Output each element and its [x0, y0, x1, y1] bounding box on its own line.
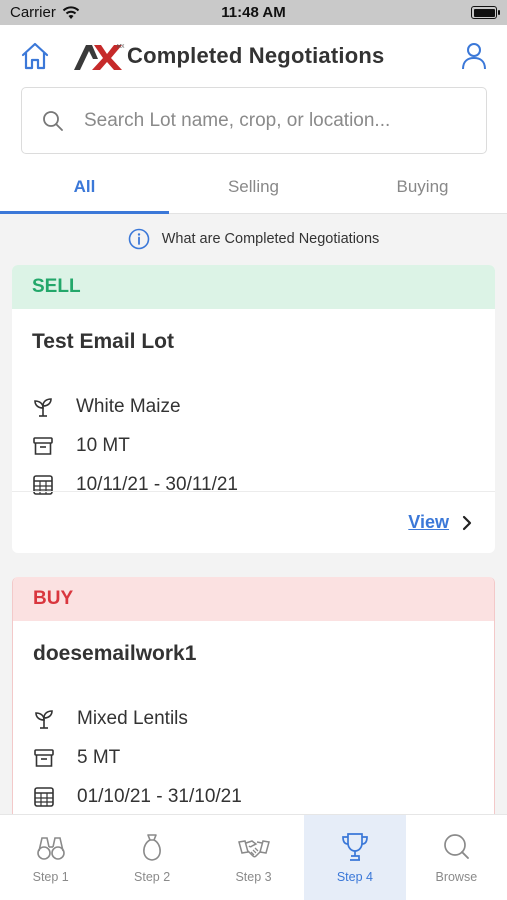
nav-step-2[interactable]: Step 2: [101, 815, 202, 900]
view-link[interactable]: View: [408, 512, 449, 533]
money-bag-icon: [143, 833, 162, 861]
quantity-value: 10 MT: [76, 434, 130, 456]
archive-icon: [33, 436, 53, 455]
crop-name: Mixed Lentils: [77, 707, 188, 729]
brand-logo: MX: [74, 44, 125, 70]
home-icon: [21, 42, 49, 70]
lot-name: Test Email Lot: [32, 330, 174, 353]
nav-label: Step 3: [235, 869, 272, 884]
sprout-icon: [35, 709, 53, 729]
quantity-row: 10 MT: [12, 426, 495, 465]
crop-row: White Maize: [12, 387, 495, 426]
nav-browse[interactable]: Browse: [406, 815, 507, 900]
search-section: [0, 87, 507, 160]
filter-tabs: All Selling Buying: [0, 160, 507, 214]
info-link[interactable]: What are Completed Negotiations: [0, 228, 507, 250]
info-text: What are Completed Negotiations: [161, 231, 380, 247]
archive-icon: [34, 748, 54, 767]
nav-label: Browse: [435, 869, 478, 884]
battery-icon: [471, 6, 500, 19]
tab-buying[interactable]: Buying: [338, 160, 507, 213]
status-left: Carrier: [10, 4, 80, 21]
negotiation-card-buy[interactable]: BUY doesemailwork1 Mixed Lentils 5 MT 01…: [12, 577, 495, 837]
info-icon: [128, 228, 149, 250]
sprout-icon: [34, 397, 52, 417]
nav-label: Step 1: [32, 869, 69, 884]
trophy-icon: [342, 832, 368, 861]
crop-name: White Maize: [76, 395, 181, 417]
handshake-icon: [237, 839, 270, 857]
quantity-row: 5 MT: [13, 738, 494, 777]
tab-all[interactable]: All: [0, 160, 169, 214]
svg-text:MX: MX: [117, 44, 125, 50]
crop-row: Mixed Lentils: [13, 699, 494, 738]
page-title: Completed Negotiations: [127, 43, 385, 68]
card-type-label: SELL: [12, 265, 495, 309]
bottom-nav: Step 1 Step 2 Step 3 Step 4 Browse: [0, 814, 507, 900]
negotiation-card-sell[interactable]: SELL Test Email Lot White Maize 10 MT 10…: [12, 265, 495, 553]
search-input[interactable]: [84, 109, 464, 132]
nav-step-3[interactable]: Step 3: [203, 815, 304, 900]
calendar-icon: [34, 786, 54, 807]
search-box[interactable]: [21, 87, 487, 154]
carrier-label: Carrier: [10, 4, 56, 21]
dates-row: 01/10/21 - 31/10/21: [13, 777, 494, 816]
card-footer: View: [12, 491, 495, 553]
home-button[interactable]: [18, 39, 52, 73]
quantity-value: 5 MT: [77, 746, 121, 768]
date-range: 01/10/21 - 31/10/21: [77, 785, 242, 807]
card-type-label: BUY: [13, 577, 494, 621]
app-header: MX Completed Negotiations: [0, 25, 507, 87]
lot-name: doesemailwork1: [33, 642, 197, 665]
profile-button[interactable]: [457, 39, 491, 73]
nav-label: Step 2: [134, 869, 171, 884]
nav-step-1[interactable]: Step 1: [0, 815, 101, 900]
search-icon: [43, 110, 63, 131]
status-bar: Carrier 11:48 AM: [0, 0, 507, 25]
chevron-right-icon[interactable]: [461, 515, 473, 531]
wifi-icon: [62, 5, 80, 19]
search-icon: [444, 833, 470, 859]
binoculars-icon: [36, 836, 65, 860]
nav-step-4[interactable]: Step 4: [304, 815, 406, 900]
tab-selling[interactable]: Selling: [169, 160, 338, 213]
user-icon: [462, 43, 486, 70]
nav-label: Step 4: [336, 869, 373, 884]
